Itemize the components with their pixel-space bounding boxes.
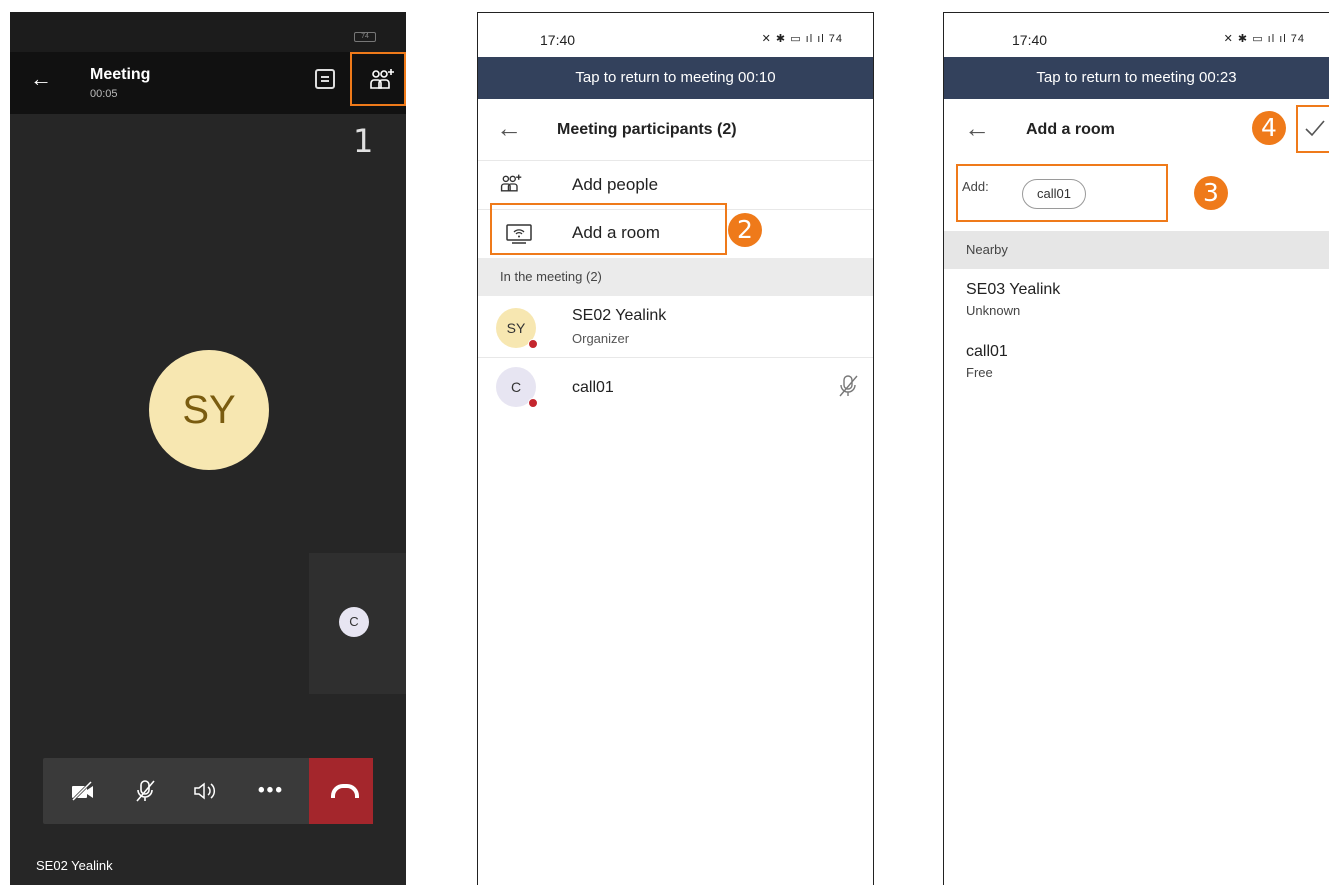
chat-icon[interactable]: [315, 69, 335, 89]
back-arrow-icon[interactable]: ←: [496, 113, 522, 144]
participants-screen: 17:40 ✕ ✱ ▭ ıl ıl 74 Tap to return to me…: [477, 12, 874, 885]
section-header: Nearby: [944, 231, 1329, 269]
mic-off-icon[interactable]: [117, 758, 173, 824]
meeting-title-bar: ← Meeting 00:05: [10, 52, 406, 114]
step-badge-4: 4: [1252, 111, 1286, 145]
avatar: SY: [496, 308, 538, 349]
speaker-icon[interactable]: [177, 758, 233, 824]
status-bar: 17:40 ✕ ✱ ▭ ıl ıl 74: [944, 13, 1329, 57]
status-icons: ✕ ✱ ▭ ıl ıl 74: [761, 33, 843, 45]
participant-role: Organizer: [572, 331, 630, 346]
meeting-screen: 74 ← Meeting 00:05 1 SY C ••• SE02 Yeali…: [10, 12, 406, 885]
add-people-icon: [498, 172, 524, 201]
page-title: Meeting participants (2): [557, 121, 737, 138]
list-item[interactable]: call01 Free: [944, 335, 1329, 391]
participant-name: call01: [572, 379, 614, 396]
step-badge-3: 3: [1194, 176, 1228, 210]
list-item[interactable]: C call01: [478, 359, 873, 421]
confirm-highlight: [1296, 105, 1329, 153]
presence-dot: [528, 339, 538, 349]
room-name: SE03 Yealink: [966, 281, 1061, 298]
meeting-elapsed-time: 00:05: [90, 88, 118, 100]
status-icons: ✕ ✱ ▭ ıl ıl 74: [1223, 33, 1305, 45]
hang-up-button[interactable]: [309, 758, 373, 824]
room-status: Free: [966, 365, 993, 380]
room-name: call01: [966, 343, 1008, 360]
step-number-1: 1: [353, 122, 374, 160]
status-time: 17:40: [1012, 32, 1048, 48]
back-arrow-icon[interactable]: ←: [30, 66, 52, 92]
back-arrow-icon[interactable]: ←: [964, 113, 990, 144]
self-participant-name: SE02 Yealink: [36, 858, 113, 873]
return-to-meeting-banner[interactable]: Tap to return to meeting 00:23: [944, 57, 1329, 99]
list-item[interactable]: SE03 Yealink Unknown: [944, 271, 1329, 327]
avatar: C: [496, 367, 538, 408]
list-item[interactable]: SY SE02 Yealink Organizer: [478, 296, 873, 358]
add-people-label: Add people: [572, 175, 659, 194]
participant-tile[interactable]: C: [309, 553, 406, 694]
status-bar: 17:40 ✕ ✱ ▭ ıl ıl 74: [478, 13, 873, 57]
add-room-highlight: [490, 203, 727, 255]
page-header: ← Meeting participants (2): [478, 99, 873, 161]
more-icon[interactable]: •••: [243, 758, 299, 824]
meeting-title: Meeting: [90, 66, 151, 83]
add-room-screen: 17:40 ✕ ✱ ▭ ıl ıl 74 Tap to return to me…: [943, 12, 1329, 885]
call-controls: •••: [43, 758, 373, 824]
status-bar: 74: [10, 12, 406, 52]
mic-off-icon: [837, 374, 859, 403]
camera-off-icon[interactable]: [55, 758, 111, 824]
room-status: Unknown: [966, 303, 1021, 318]
participant-name: SE02 Yealink: [572, 307, 667, 324]
step-badge-2: 2: [728, 213, 762, 247]
return-to-meeting-banner[interactable]: Tap to return to meeting 00:10: [478, 57, 873, 99]
avatar-small: C: [339, 607, 369, 637]
page-title: Add a room: [1026, 121, 1115, 138]
status-time: 17:40: [540, 32, 576, 48]
battery-icon: 74: [354, 32, 376, 42]
presence-dot: [528, 398, 538, 408]
add-field-highlight: [956, 164, 1168, 222]
avatar: SY: [149, 350, 269, 470]
section-header: In the meeting (2): [478, 258, 873, 296]
add-people-highlight: [350, 52, 406, 106]
